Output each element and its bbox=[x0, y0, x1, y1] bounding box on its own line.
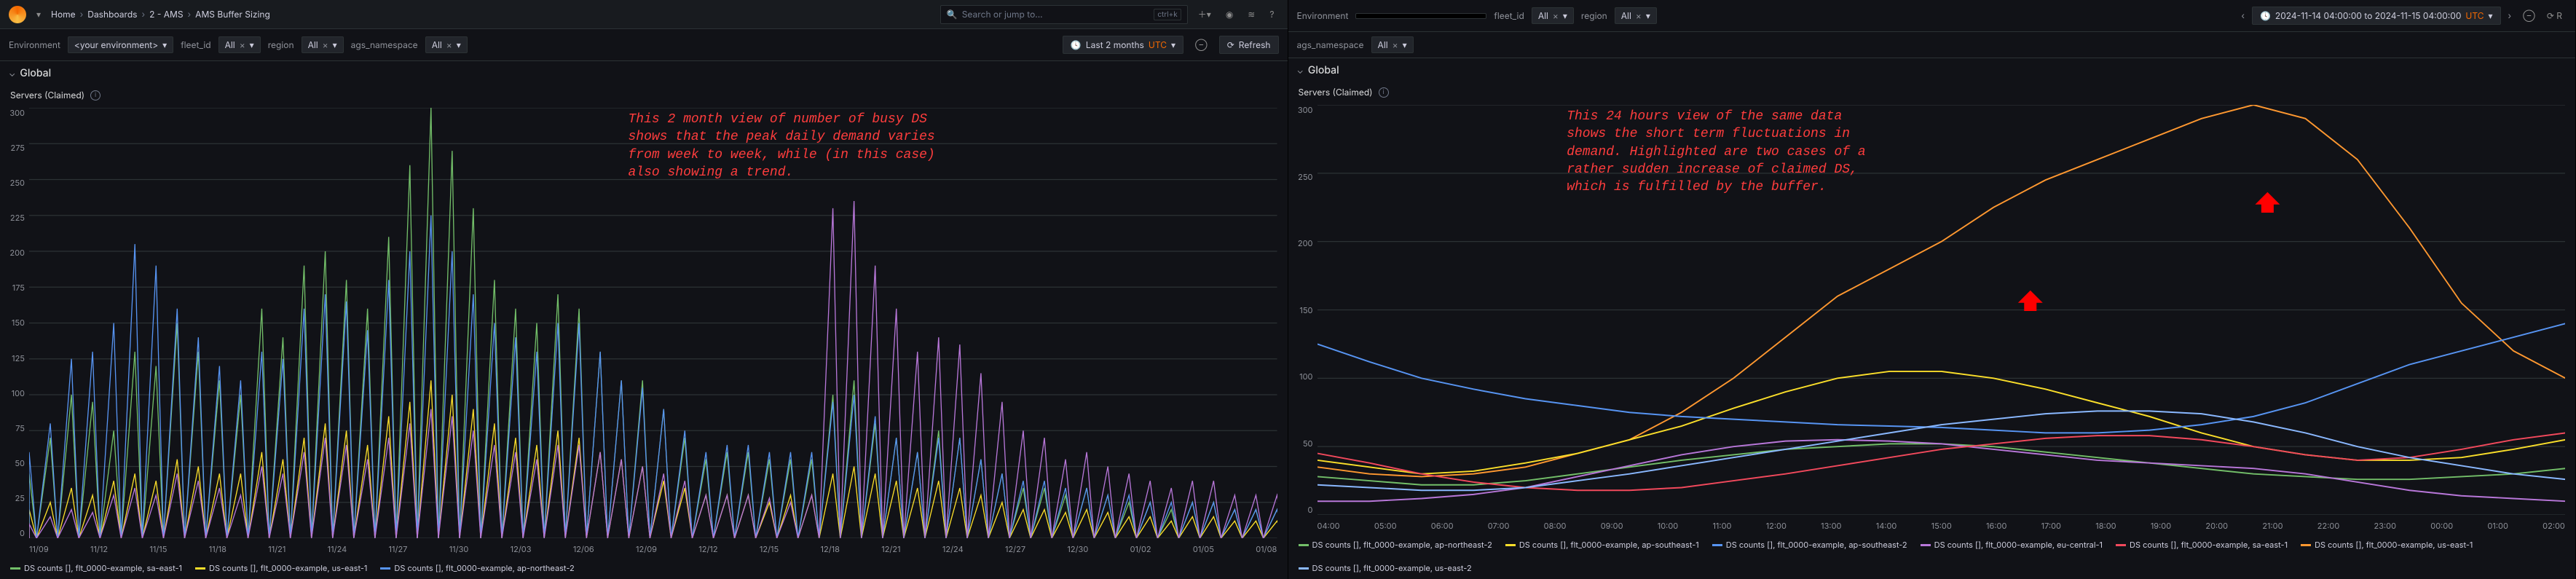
chevron-down-icon: ▾ bbox=[250, 39, 254, 50]
search-icon: 🔍 bbox=[947, 9, 958, 20]
bc-home[interactable]: Home bbox=[51, 9, 76, 20]
ns-chip[interactable]: All×▾ bbox=[425, 36, 468, 53]
close-icon[interactable]: × bbox=[240, 39, 245, 50]
zoom-out-icon[interactable]: ⊖ bbox=[1191, 36, 1212, 53]
legend-item[interactable]: DS counts [], flt_0000-example, ap-south… bbox=[1712, 540, 1907, 550]
chevron-down-icon: ▾ bbox=[333, 39, 337, 50]
chevron-down-icon: ▾ bbox=[1171, 39, 1175, 50]
chevron-down-icon: ▾ bbox=[1646, 10, 1650, 21]
legend-item[interactable]: DS counts [], flt_0000-example, sa-east-… bbox=[2116, 540, 2288, 550]
legend-item[interactable]: DS counts [], flt_0000-example, us-east-… bbox=[2301, 540, 2473, 550]
section-title: Global bbox=[1308, 64, 1339, 76]
legend-item[interactable]: DS counts [], flt_0000-example, eu-centr… bbox=[1921, 540, 2103, 550]
fleet-label: fleet_id bbox=[1494, 10, 1524, 21]
section-header[interactable]: ⌄ Global bbox=[1288, 58, 2576, 82]
search-placeholder: Search or jump to... bbox=[962, 9, 1150, 20]
add-icon[interactable]: ＋▾ bbox=[1194, 5, 1216, 23]
close-icon[interactable]: × bbox=[1636, 10, 1642, 21]
dashboard-left: ▾ Home› Dashboards› 2 - AMS› AMS Buffer … bbox=[0, 0, 1288, 579]
x-axis: 11/0911/1211/1511/1811/2111/2411/2711/30… bbox=[0, 541, 1288, 557]
chart-left[interactable]: 3002752502252001751501251007550250 This … bbox=[29, 108, 1277, 538]
region-chip[interactable]: All×▾ bbox=[302, 36, 344, 53]
time-nav: ‹ 🕓 2024-11-14 04:00:00 to 2024-11-15 04… bbox=[2237, 7, 2567, 25]
clock-icon: 🕓 bbox=[2260, 10, 2271, 21]
env-select[interactable]: <your environment>▾ bbox=[68, 36, 173, 53]
y-axis: 3002752502252001751501251007550250 bbox=[3, 108, 25, 538]
zoom-out-icon[interactable]: ⊖ bbox=[2518, 7, 2540, 24]
bc-folder[interactable]: 2 - AMS bbox=[149, 9, 183, 20]
section-title: Global bbox=[20, 67, 51, 79]
region-chip[interactable]: All×▾ bbox=[1615, 7, 1657, 24]
legend-item[interactable]: DS counts [], flt_0000-example, us-east-… bbox=[1299, 563, 1472, 573]
clock-icon: 🕓 bbox=[1071, 39, 1082, 50]
legend: DS counts [], flt_0000-example, ap-north… bbox=[1288, 534, 2576, 579]
next-icon[interactable]: › bbox=[2504, 7, 2516, 24]
legend-item[interactable]: DS counts [], flt_0000-example, sa-east-… bbox=[10, 563, 182, 573]
annotation-text: This 2 month view of number of busy DS s… bbox=[628, 111, 934, 181]
chevron-down-icon: ▾ bbox=[2489, 10, 2493, 21]
time-range-picker[interactable]: 🕓 Last 2 months UTC ▾ bbox=[1063, 36, 1183, 54]
close-icon[interactable]: × bbox=[323, 39, 328, 50]
chevron-down-icon: ⌄ bbox=[1297, 65, 1304, 76]
dashboard-right: Environment fleet_id All×▾ region All×▾ … bbox=[1288, 0, 2576, 579]
chart-right[interactable]: 300250200150100500 This 24 hours view of… bbox=[1317, 105, 2566, 515]
legend-item[interactable]: DS counts [], flt_0000-example, ap-north… bbox=[1299, 540, 1492, 550]
chevron-down-icon[interactable]: ▾ bbox=[32, 6, 45, 23]
bc-page[interactable]: AMS Buffer Sizing bbox=[195, 9, 270, 20]
chevron-down-icon: ▾ bbox=[457, 39, 461, 50]
ns-label: ags_namespace bbox=[1297, 39, 1364, 50]
ns-chip[interactable]: All×▾ bbox=[1371, 36, 1414, 53]
legend-item[interactable]: DS counts [], flt_0000-example, ap-north… bbox=[380, 563, 574, 573]
topbar: ▾ Home› Dashboards› 2 - AMS› AMS Buffer … bbox=[0, 0, 1288, 29]
search-kbd: ctrl+k bbox=[1154, 9, 1181, 20]
legend: DS counts [], flt_0000-example, sa-east-… bbox=[0, 557, 1288, 579]
arrow-up-icon: ⬆ bbox=[2016, 285, 2045, 318]
env-select[interactable] bbox=[1355, 13, 1486, 19]
share-icon[interactable]: ◉ bbox=[1221, 6, 1237, 23]
fleet-chip[interactable]: All×▾ bbox=[1532, 7, 1574, 24]
bc-dash[interactable]: Dashboards bbox=[87, 9, 137, 20]
section-header[interactable]: ⌄ Global bbox=[0, 61, 1288, 85]
x-axis: 04:0005:0006:0007:0008:0009:0010:0011:00… bbox=[1288, 518, 2576, 534]
ns-label: ags_namespace bbox=[351, 39, 418, 50]
info-icon[interactable]: i bbox=[1379, 87, 1389, 98]
prev-icon[interactable]: ‹ bbox=[2237, 7, 2249, 24]
fleet-label: fleet_id bbox=[181, 39, 210, 50]
grafana-logo-icon[interactable] bbox=[9, 6, 26, 23]
panel-title: Servers (Claimed) bbox=[10, 90, 84, 101]
global-search[interactable]: 🔍 Search or jump to... ctrl+k bbox=[940, 5, 1188, 24]
filter-bar-r2: ags_namespace All×▾ bbox=[1288, 32, 2576, 58]
chevron-down-icon: ▾ bbox=[1403, 39, 1407, 50]
fleet-chip[interactable]: All×▾ bbox=[218, 36, 261, 53]
breadcrumb: Home› Dashboards› 2 - AMS› AMS Buffer Si… bbox=[51, 9, 270, 20]
chart-svg bbox=[1317, 105, 2566, 515]
help-icon[interactable]: ? bbox=[1265, 6, 1278, 23]
panel-header: Servers (Claimed) i bbox=[0, 85, 1288, 105]
y-axis: 300250200150100500 bbox=[1291, 105, 1313, 515]
close-icon[interactable]: × bbox=[446, 39, 452, 50]
close-icon[interactable]: × bbox=[1393, 39, 1398, 50]
refresh-button[interactable]: ⟳ Refresh bbox=[1219, 36, 1279, 54]
arrow-up-icon: ⬆ bbox=[2253, 187, 2282, 219]
news-icon[interactable]: ≋ bbox=[1243, 6, 1259, 23]
annotation-text: This 24 hours view of the same data show… bbox=[1567, 108, 1865, 196]
legend-item[interactable]: DS counts [], flt_0000-example, us-east-… bbox=[195, 563, 367, 573]
chevron-down-icon: ⌄ bbox=[9, 68, 15, 79]
close-icon[interactable]: × bbox=[1553, 10, 1559, 21]
info-icon[interactable]: i bbox=[90, 90, 101, 101]
chevron-down-icon: ▾ bbox=[1563, 10, 1567, 21]
chevron-down-icon: ▾ bbox=[162, 39, 167, 50]
env-label: Environment bbox=[9, 39, 60, 50]
panel-title: Servers (Claimed) bbox=[1299, 87, 1373, 98]
refresh-icon[interactable]: ⟳ R bbox=[2542, 7, 2567, 24]
region-label: region bbox=[268, 39, 294, 50]
refresh-icon: ⟳ bbox=[1227, 39, 1234, 50]
filter-bar-1: Environment <your environment>▾ fleet_id… bbox=[0, 29, 1288, 61]
legend-item[interactable]: DS counts [], flt_0000-example, ap-south… bbox=[1505, 540, 1699, 550]
panel-header: Servers (Claimed) i bbox=[1288, 82, 2576, 102]
env-label: Environment bbox=[1297, 10, 1349, 21]
time-range-picker[interactable]: 🕓 2024-11-14 04:00:00 to 2024-11-15 04:0… bbox=[2252, 7, 2501, 25]
region-label: region bbox=[1581, 10, 1607, 21]
filter-bar-r1: Environment fleet_id All×▾ region All×▾ … bbox=[1288, 0, 2576, 32]
